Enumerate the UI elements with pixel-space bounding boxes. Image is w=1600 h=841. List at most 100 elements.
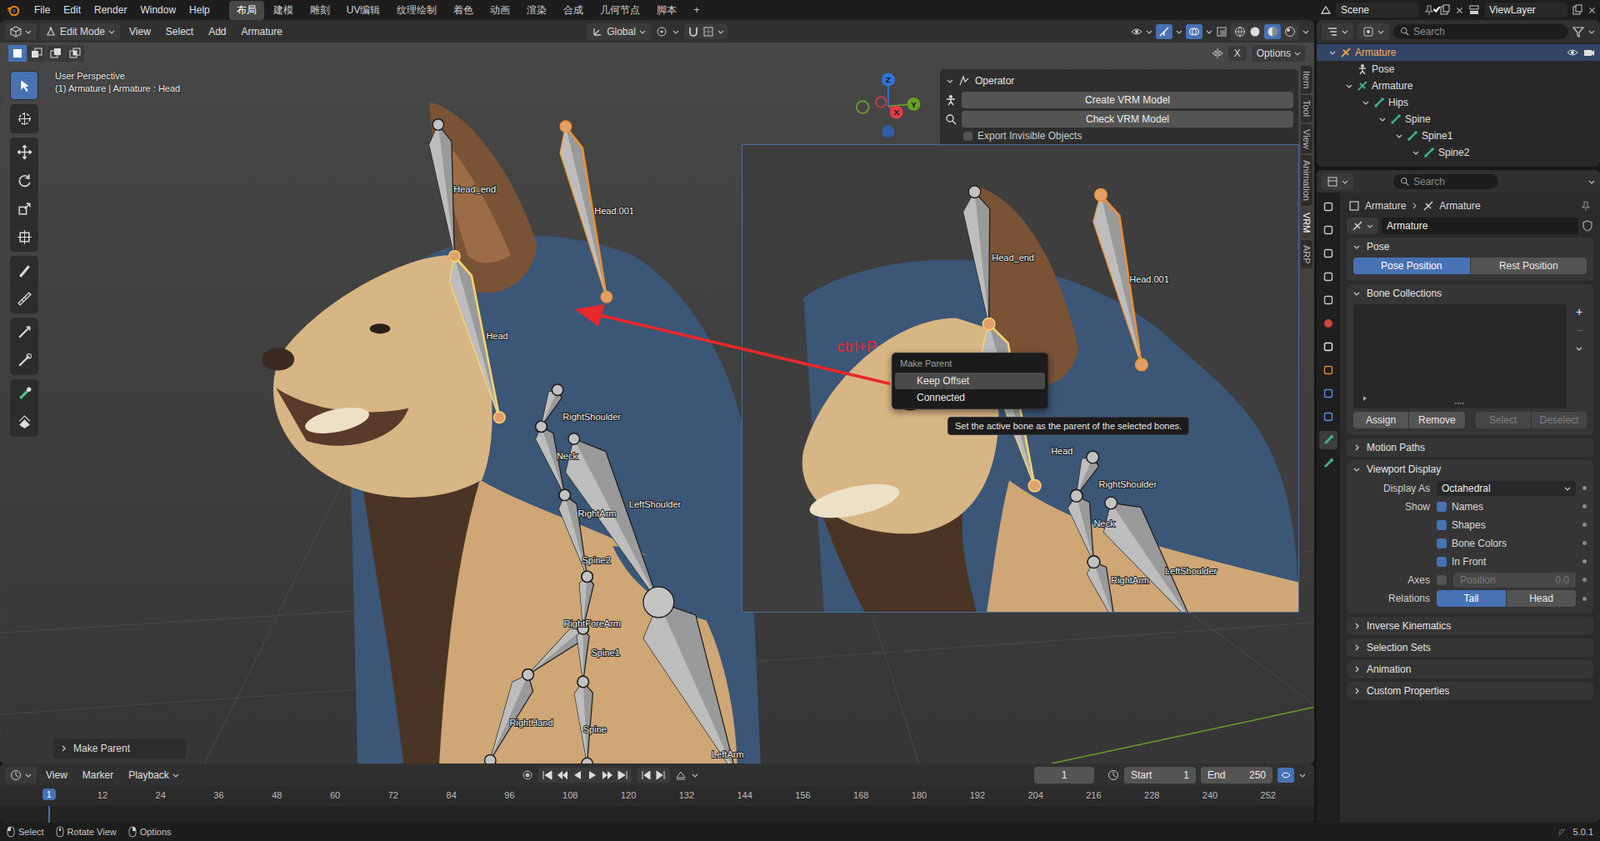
expanded-arrow-icon[interactable] [1362,99,1370,106]
gizmo-axis[interactable] [907,97,921,111]
record-icon[interactable] [521,769,534,781]
play-icon[interactable] [586,769,599,781]
dropdown-arrow-icon[interactable] [1588,28,1595,35]
eye-icon[interactable] [1566,46,1579,59]
show-checkbox[interactable]: In Front [1436,555,1576,568]
sidebar-tab[interactable]: VRM [1300,207,1313,238]
timeline-track[interactable] [0,805,1315,823]
current-frame-field[interactable]: 1 [1034,766,1095,784]
snap-icon[interactable] [687,25,700,38]
show-checkbox[interactable]: Bone Colors [1436,537,1576,550]
workspace-tab[interactable]: 建模 [265,0,301,20]
collection-button[interactable]: Remove [1409,411,1465,429]
properties-tab[interactable] [1319,454,1338,473]
bone-collection-list[interactable] [1353,304,1567,409]
select-intersect-button[interactable] [65,45,85,62]
sidebar-tab[interactable]: ARP [1300,240,1313,270]
workspace-tab[interactable]: 着色 [445,0,481,20]
expanded-arrow-icon[interactable] [1412,149,1420,156]
menu-item[interactable]: Connected [895,389,1045,406]
properties-search[interactable]: Search [1393,174,1499,190]
tool-button[interactable] [10,223,38,251]
properties-tab[interactable] [1319,197,1338,216]
gizmo-axis[interactable] [890,105,904,120]
axes-checkbox[interactable] [1436,575,1447,585]
tool-button[interactable] [10,380,38,408]
show-checkbox[interactable]: Shapes [1436,519,1576,531]
workspace-tab[interactable]: 动画 [482,0,518,20]
mode-dropdown[interactable]: Edit Mode [40,23,120,40]
dropdown-arrow-icon[interactable] [1145,28,1153,35]
play-reverse-icon[interactable] [571,769,584,781]
bone[interactable] [643,596,743,764]
start-frame-field[interactable]: Start1 [1124,766,1196,784]
collection-specials-button[interactable] [1571,340,1587,356]
dropdown-arrow-icon[interactable] [1588,178,1595,185]
outliner-row[interactable]: Pose [1316,60,1600,78]
bone[interactable] [576,623,590,688]
workspace-tab[interactable]: 渲染 [519,0,555,20]
operator-panel-header[interactable]: Operator [945,72,1294,90]
pivot-icon[interactable] [655,25,668,38]
pin-icon[interactable] [1580,200,1592,212]
clock-icon[interactable] [1107,769,1120,781]
tool-button[interactable] [10,346,38,375]
view-layer-icon[interactable] [1468,4,1480,16]
orientation-dropdown[interactable]: Global [586,23,651,40]
tool-button[interactable] [10,166,38,195]
show-checkbox[interactable]: Names [1436,500,1576,513]
mirror-icon[interactable] [1211,47,1224,60]
properties-tab[interactable] [1319,290,1338,310]
workspace-tab[interactable]: UV编辑 [339,0,389,20]
snap-target-icon[interactable] [702,25,715,38]
sidebar-tab[interactable]: Item [1300,65,1313,94]
bone[interactable] [559,489,594,582]
properties-tab[interactable] [1319,384,1338,403]
expanded-arrow-icon[interactable] [1329,49,1336,56]
expanded-arrow-icon[interactable] [1345,82,1353,90]
collection-button[interactable]: Deselect [1531,411,1587,429]
jump-end-icon[interactable] [616,769,629,781]
view-layer-field[interactable]: ViewLayer [1484,2,1568,18]
rendered-shading-icon[interactable] [1284,25,1296,38]
select-new-button[interactable] [8,45,27,62]
viewport-canvas[interactable]: Head_endHead.001HeadRightShoulderNeckLef… [0,42,1315,764]
segment-button[interactable]: Head [1506,590,1576,607]
outliner-row[interactable]: Hips [1316,94,1600,111]
menu-item[interactable]: File [28,1,56,19]
dropdown-arrow-icon[interactable] [1299,771,1306,779]
gizmo-axis[interactable] [881,73,895,87]
collection-button[interactable]: Assign [1353,411,1409,429]
editor-type-button[interactable] [5,766,37,784]
workspace-tab[interactable]: 合成 [555,0,591,20]
timeline-menu[interactable]: View [40,766,74,784]
menu-item[interactable]: Window [134,1,182,19]
editor-type-button[interactable] [5,23,37,40]
tool-button[interactable] [10,195,38,223]
operator-option[interactable]: Export Invisible Objects [945,130,1294,142]
gizmo-toggle[interactable] [1155,24,1173,40]
panel-header[interactable]: Viewport Display [1346,460,1594,479]
properties-tab[interactable] [1319,407,1338,426]
mirror-x-toggle[interactable]: X [1228,45,1247,61]
properties-tab[interactable] [1319,244,1338,263]
display-mode-button[interactable] [1357,23,1390,40]
panel-header[interactable]: Pose [1346,237,1594,256]
segment-button[interactable]: Rest Position [1470,257,1588,275]
outliner-row[interactable]: Spine1 [1316,127,1600,145]
expanded-arrow-icon[interactable] [1379,115,1386,123]
workspace-tab[interactable]: 脚本 [649,0,685,20]
material-shading-toggle[interactable] [1264,24,1281,40]
workspace-tab[interactable]: 布局 [229,0,265,20]
panel-header[interactable]: Animation [1346,660,1594,679]
select-extend-button[interactable] [27,45,46,62]
panel-header[interactable]: Inverse Kinematics [1346,616,1594,635]
workspace-tab[interactable]: 纹理绘制 [389,0,445,20]
tool-button[interactable] [10,256,38,285]
outliner-row[interactable]: Spine2 [1316,144,1600,161]
panel-header[interactable]: Custom Properties [1346,681,1594,700]
viewport-menu[interactable]: Add [202,23,232,40]
dropdown-arrow-icon[interactable] [691,771,699,779]
viewport-menu[interactable]: View [123,23,157,40]
tool-button[interactable] [10,105,38,133]
